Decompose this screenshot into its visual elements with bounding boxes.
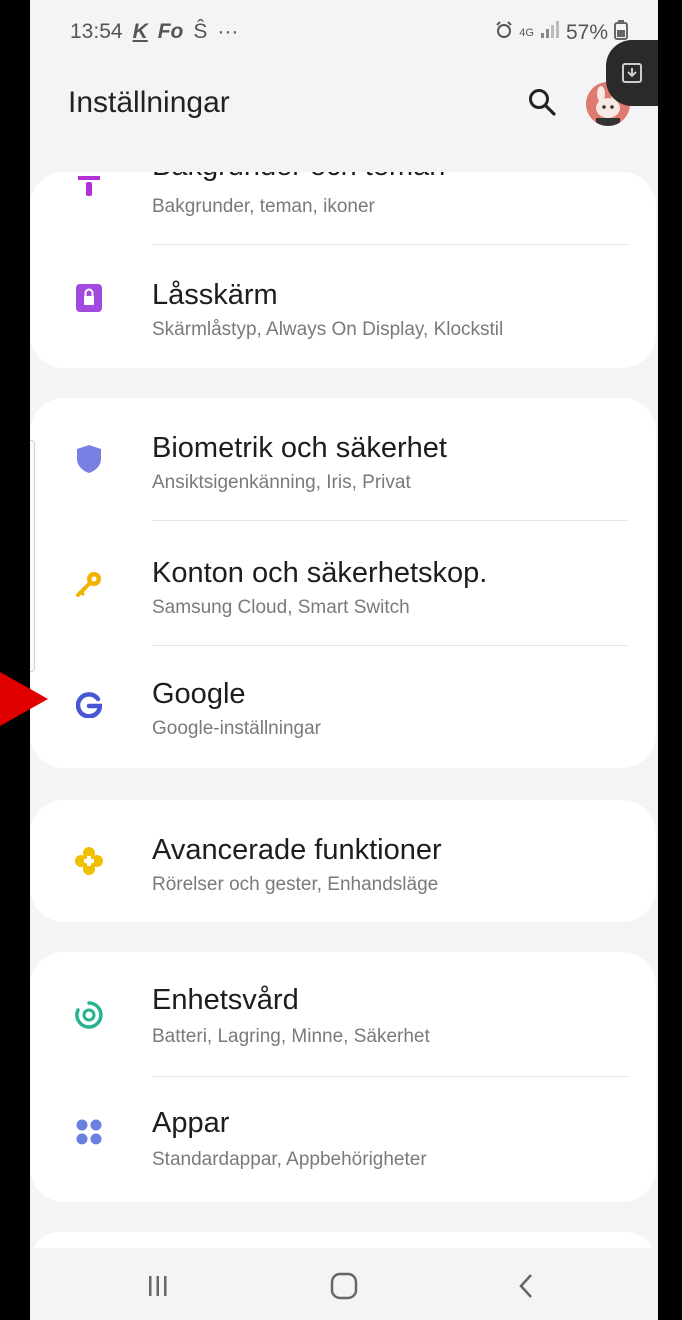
settings-group-device: Enhetsvård Batteri, Lagring, Minne, Säke… [30,952,656,1202]
back-button[interactable] [506,1266,546,1306]
settings-item-subtitle: Batteri, Lagring, Minne, Säkerhet [152,1026,430,1047]
navigation-bar [30,1248,658,1320]
settings-screen: 13:54 K Fo Ŝ ··· 4G 57% Inställningar Ba… [30,0,658,1320]
settings-item-subtitle: Samsung Cloud, Smart Switch [152,597,410,618]
shield-icon [74,444,104,474]
page-title: Inställningar [68,86,230,119]
settings-item-wallpapers-themes[interactable]: Bakgrunder och teman Bakgrunder, teman, … [30,172,656,244]
phone-frame: 13:54 K Fo Ŝ ··· 4G 57% Inställningar Ba… [0,0,682,1320]
download-icon [622,63,642,83]
settings-item-subtitle: Google-inställningar [152,718,321,739]
recent-apps-button[interactable] [138,1266,178,1306]
status-bar: 13:54 K Fo Ŝ ··· 4G 57% [30,0,658,62]
network-type: 4G [519,27,534,39]
settings-item-subtitle: Standardappar, Appbehörigheter [152,1149,427,1170]
settings-item-apps[interactable]: Appar Standardappar, Appbehörigheter [30,1077,656,1202]
settings-item-title: Google [152,678,246,710]
settings-item-title: Enhetsvård [152,984,299,1016]
settings-item-title: Konton och säkerhetskop. [152,557,488,589]
apps-icon [74,1117,104,1147]
floating-capture-button[interactable] [606,40,658,106]
settings-item-accounts-backup[interactable]: Konton och säkerhetskop. Samsung Cloud, … [30,521,656,645]
search-button[interactable] [520,80,564,124]
settings-item-lock-screen[interactable]: Låsskärm Skärmlåstyp, Always On Display,… [30,245,656,368]
settings-group-security: Biometrik och säkerhet Ansiktsigenkännin… [30,398,656,768]
brush-icon [74,172,104,198]
google-icon [74,690,104,720]
back-icon [519,1274,532,1298]
key-icon [74,569,104,599]
settings-item-google[interactable]: Google Google-inställningar [30,646,656,768]
home-button[interactable] [324,1266,364,1306]
settings-item-device-care[interactable]: Enhetsvård Batteri, Lagring, Minne, Säke… [30,952,656,1076]
app-bar: Inställningar [30,62,658,142]
annotation-arrow [0,672,48,726]
settings-item-subtitle: Ansiktsigenkänning, Iris, Privat [152,472,411,493]
settings-item-title: Appar [152,1107,230,1139]
lock-icon [74,283,104,313]
device-care-icon [74,1000,104,1030]
edge-panel-handle[interactable] [30,440,35,672]
settings-item-title: Bakgrunder och teman [152,172,445,183]
status-time: 13:54 [70,20,123,43]
settings-item-biometrics-security[interactable]: Biometrik och säkerhet Ansiktsigenkännin… [30,398,656,520]
notification-icon: Fo [157,20,184,43]
settings-item-subtitle: Rörelser och gester, Enhandsläge [152,874,439,895]
notification-icon: Ŝ [193,20,208,43]
settings-group-advanced: Avancerade funktioner Rörelser och geste… [30,800,656,922]
home-icon [330,1272,358,1300]
settings-item-advanced-features[interactable]: Avancerade funktioner Rörelser och geste… [30,800,656,922]
settings-item-title: Avancerade funktioner [152,834,442,866]
alarm-icon [495,21,513,45]
notification-icon: K [132,20,148,43]
more-notifications-icon: ··· [217,20,239,43]
settings-item-title: Låsskärm [152,279,278,311]
settings-group-display: Bakgrunder och teman Bakgrunder, teman, … [30,172,656,368]
search-icon [529,89,556,116]
recent-apps-icon [149,1276,167,1296]
advanced-features-icon [74,846,104,876]
settings-item-subtitle: Skärmlåstyp, Always On Display, Klocksti… [152,319,504,340]
settings-item-title: Biometrik och säkerhet [152,432,447,464]
signal-icon [540,21,560,45]
settings-item-subtitle: Bakgrunder, teman, ikoner [152,196,375,217]
battery-level: 57% [565,21,608,44]
